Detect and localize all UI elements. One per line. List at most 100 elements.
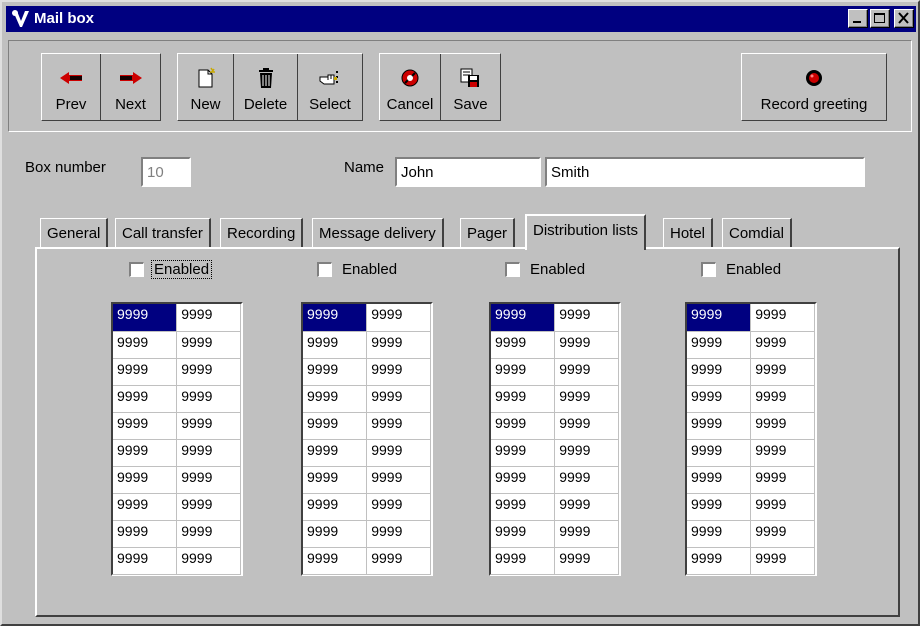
table-row[interactable]: 9999 9999 — [687, 493, 815, 521]
table-row[interactable]: 9999 9999 — [303, 412, 431, 440]
tab-distribution-lists[interactable]: Distribution lists — [525, 214, 647, 250]
extension-cell[interactable]: 9999 — [687, 385, 752, 413]
prev-button[interactable]: Prev — [42, 54, 102, 120]
table-row[interactable]: 9999 9999 — [113, 304, 241, 332]
extension-cell[interactable]: 9999 — [687, 493, 752, 521]
extension-cell[interactable]: 9999 — [554, 358, 619, 386]
delete-button[interactable]: Delete — [234, 54, 298, 120]
table-row[interactable]: 9999 9999 — [303, 439, 431, 467]
close-button[interactable] — [894, 9, 914, 28]
extension-cell[interactable]: 9999 — [491, 520, 556, 548]
table-row[interactable]: 9999 9999 — [303, 304, 431, 332]
table-row[interactable]: 9999 9999 — [491, 412, 619, 440]
enabled-checkbox[interactable]: Enabled — [129, 259, 213, 279]
extension-cell[interactable]: 9999 — [176, 439, 241, 467]
table-row[interactable]: 9999 9999 — [491, 385, 619, 413]
extension-cell[interactable]: 9999 — [366, 547, 431, 575]
table-row[interactable]: 9999 9999 — [687, 412, 815, 440]
tab-message-delivery[interactable]: Message delivery — [312, 218, 444, 248]
extension-cell[interactable]: 9999 — [687, 304, 752, 332]
extension-cell[interactable]: 9999 — [303, 547, 368, 575]
extension-cell[interactable]: 9999 — [176, 331, 241, 359]
first-name-field[interactable]: John — [395, 157, 541, 187]
extension-cell[interactable]: 9999 — [687, 547, 752, 575]
maximize-button[interactable] — [870, 9, 890, 28]
table-row[interactable]: 9999 9999 — [113, 358, 241, 386]
extension-cell[interactable]: 9999 — [113, 412, 178, 440]
extension-cell[interactable]: 9999 — [687, 439, 752, 467]
table-row[interactable]: 9999 9999 — [687, 520, 815, 548]
extension-cell[interactable]: 9999 — [491, 466, 556, 494]
extension-cell[interactable]: 9999 — [176, 412, 241, 440]
extension-cell[interactable]: 9999 — [303, 358, 368, 386]
extension-cell[interactable]: 9999 — [113, 331, 178, 359]
extension-cell[interactable]: 9999 — [750, 520, 815, 548]
new-button[interactable]: New — [178, 54, 234, 120]
table-row[interactable]: 9999 9999 — [113, 520, 241, 548]
extension-cell[interactable]: 9999 — [303, 493, 368, 521]
table-row[interactable]: 9999 9999 — [687, 358, 815, 386]
extension-cell[interactable]: 9999 — [113, 358, 178, 386]
table-row[interactable]: 9999 9999 — [303, 520, 431, 548]
extension-cell[interactable]: 9999 — [750, 358, 815, 386]
last-name-field[interactable]: Smith — [545, 157, 865, 187]
table-row[interactable]: 9999 9999 — [113, 466, 241, 494]
extension-cell[interactable]: 9999 — [750, 412, 815, 440]
extension-cell[interactable]: 9999 — [113, 466, 178, 494]
extension-cell[interactable]: 9999 — [491, 493, 556, 521]
extension-cell[interactable]: 9999 — [491, 547, 556, 575]
extension-cell[interactable]: 9999 — [750, 304, 815, 332]
table-row[interactable]: 9999 9999 — [303, 493, 431, 521]
extension-grid[interactable]: 9999 9999 9999 9999 9999 9999 9999 9999 9999 9999… — [685, 302, 817, 576]
extension-cell[interactable]: 9999 — [491, 412, 556, 440]
extension-cell[interactable]: 9999 — [687, 520, 752, 548]
extension-cell[interactable]: 9999 — [366, 304, 431, 332]
table-row[interactable]: 9999 9999 — [491, 520, 619, 548]
checkbox-box[interactable] — [317, 261, 332, 277]
minimize-button[interactable] — [848, 9, 868, 28]
table-row[interactable]: 9999 9999 — [491, 547, 619, 575]
extension-cell[interactable]: 9999 — [491, 331, 556, 359]
extension-cell[interactable]: 9999 — [687, 331, 752, 359]
extension-cell[interactable]: 9999 — [366, 358, 431, 386]
extension-cell[interactable]: 9999 — [303, 331, 368, 359]
table-row[interactable]: 9999 9999 — [687, 331, 815, 359]
extension-cell[interactable]: 9999 — [554, 331, 619, 359]
extension-cell[interactable]: 9999 — [176, 304, 241, 332]
table-row[interactable]: 9999 9999 — [491, 331, 619, 359]
select-button[interactable]: Select — [298, 54, 362, 120]
checkbox-box[interactable] — [701, 261, 716, 277]
extension-cell[interactable]: 9999 — [303, 466, 368, 494]
extension-cell[interactable]: 9999 — [366, 520, 431, 548]
extension-grid[interactable]: 9999 9999 9999 9999 9999 9999 9999 9999 9999 9999… — [301, 302, 433, 576]
table-row[interactable]: 9999 9999 — [303, 331, 431, 359]
extension-cell[interactable]: 9999 — [750, 466, 815, 494]
enabled-checkbox[interactable]: Enabled — [317, 259, 399, 279]
extension-cell[interactable]: 9999 — [366, 493, 431, 521]
extension-cell[interactable]: 9999 — [554, 412, 619, 440]
extension-cell[interactable]: 9999 — [554, 547, 619, 575]
extension-cell[interactable]: 9999 — [366, 439, 431, 467]
extension-cell[interactable]: 9999 — [303, 439, 368, 467]
table-row[interactable]: 9999 9999 — [303, 385, 431, 413]
extension-cell[interactable]: 9999 — [113, 439, 178, 467]
extension-cell[interactable]: 9999 — [176, 385, 241, 413]
extension-cell[interactable]: 9999 — [554, 439, 619, 467]
table-row[interactable]: 9999 9999 — [491, 304, 619, 332]
title-bar[interactable]: Mail box — [6, 6, 916, 32]
extension-cell[interactable]: 9999 — [687, 412, 752, 440]
tab-hotel[interactable]: Hotel — [663, 218, 714, 248]
table-row[interactable]: 9999 9999 — [113, 331, 241, 359]
checkbox-box[interactable] — [129, 261, 144, 277]
table-row[interactable]: 9999 9999 — [113, 439, 241, 467]
tab-general[interactable]: General — [40, 218, 109, 248]
extension-cell[interactable]: 9999 — [750, 331, 815, 359]
extension-cell[interactable]: 9999 — [113, 547, 178, 575]
table-row[interactable]: 9999 9999 — [491, 358, 619, 386]
table-row[interactable]: 9999 9999 — [491, 466, 619, 494]
extension-cell[interactable]: 9999 — [554, 466, 619, 494]
extension-cell[interactable]: 9999 — [176, 520, 241, 548]
tab-call-transfer[interactable]: Call transfer — [115, 218, 211, 248]
table-row[interactable]: 9999 9999 — [113, 385, 241, 413]
extension-cell[interactable]: 9999 — [750, 439, 815, 467]
